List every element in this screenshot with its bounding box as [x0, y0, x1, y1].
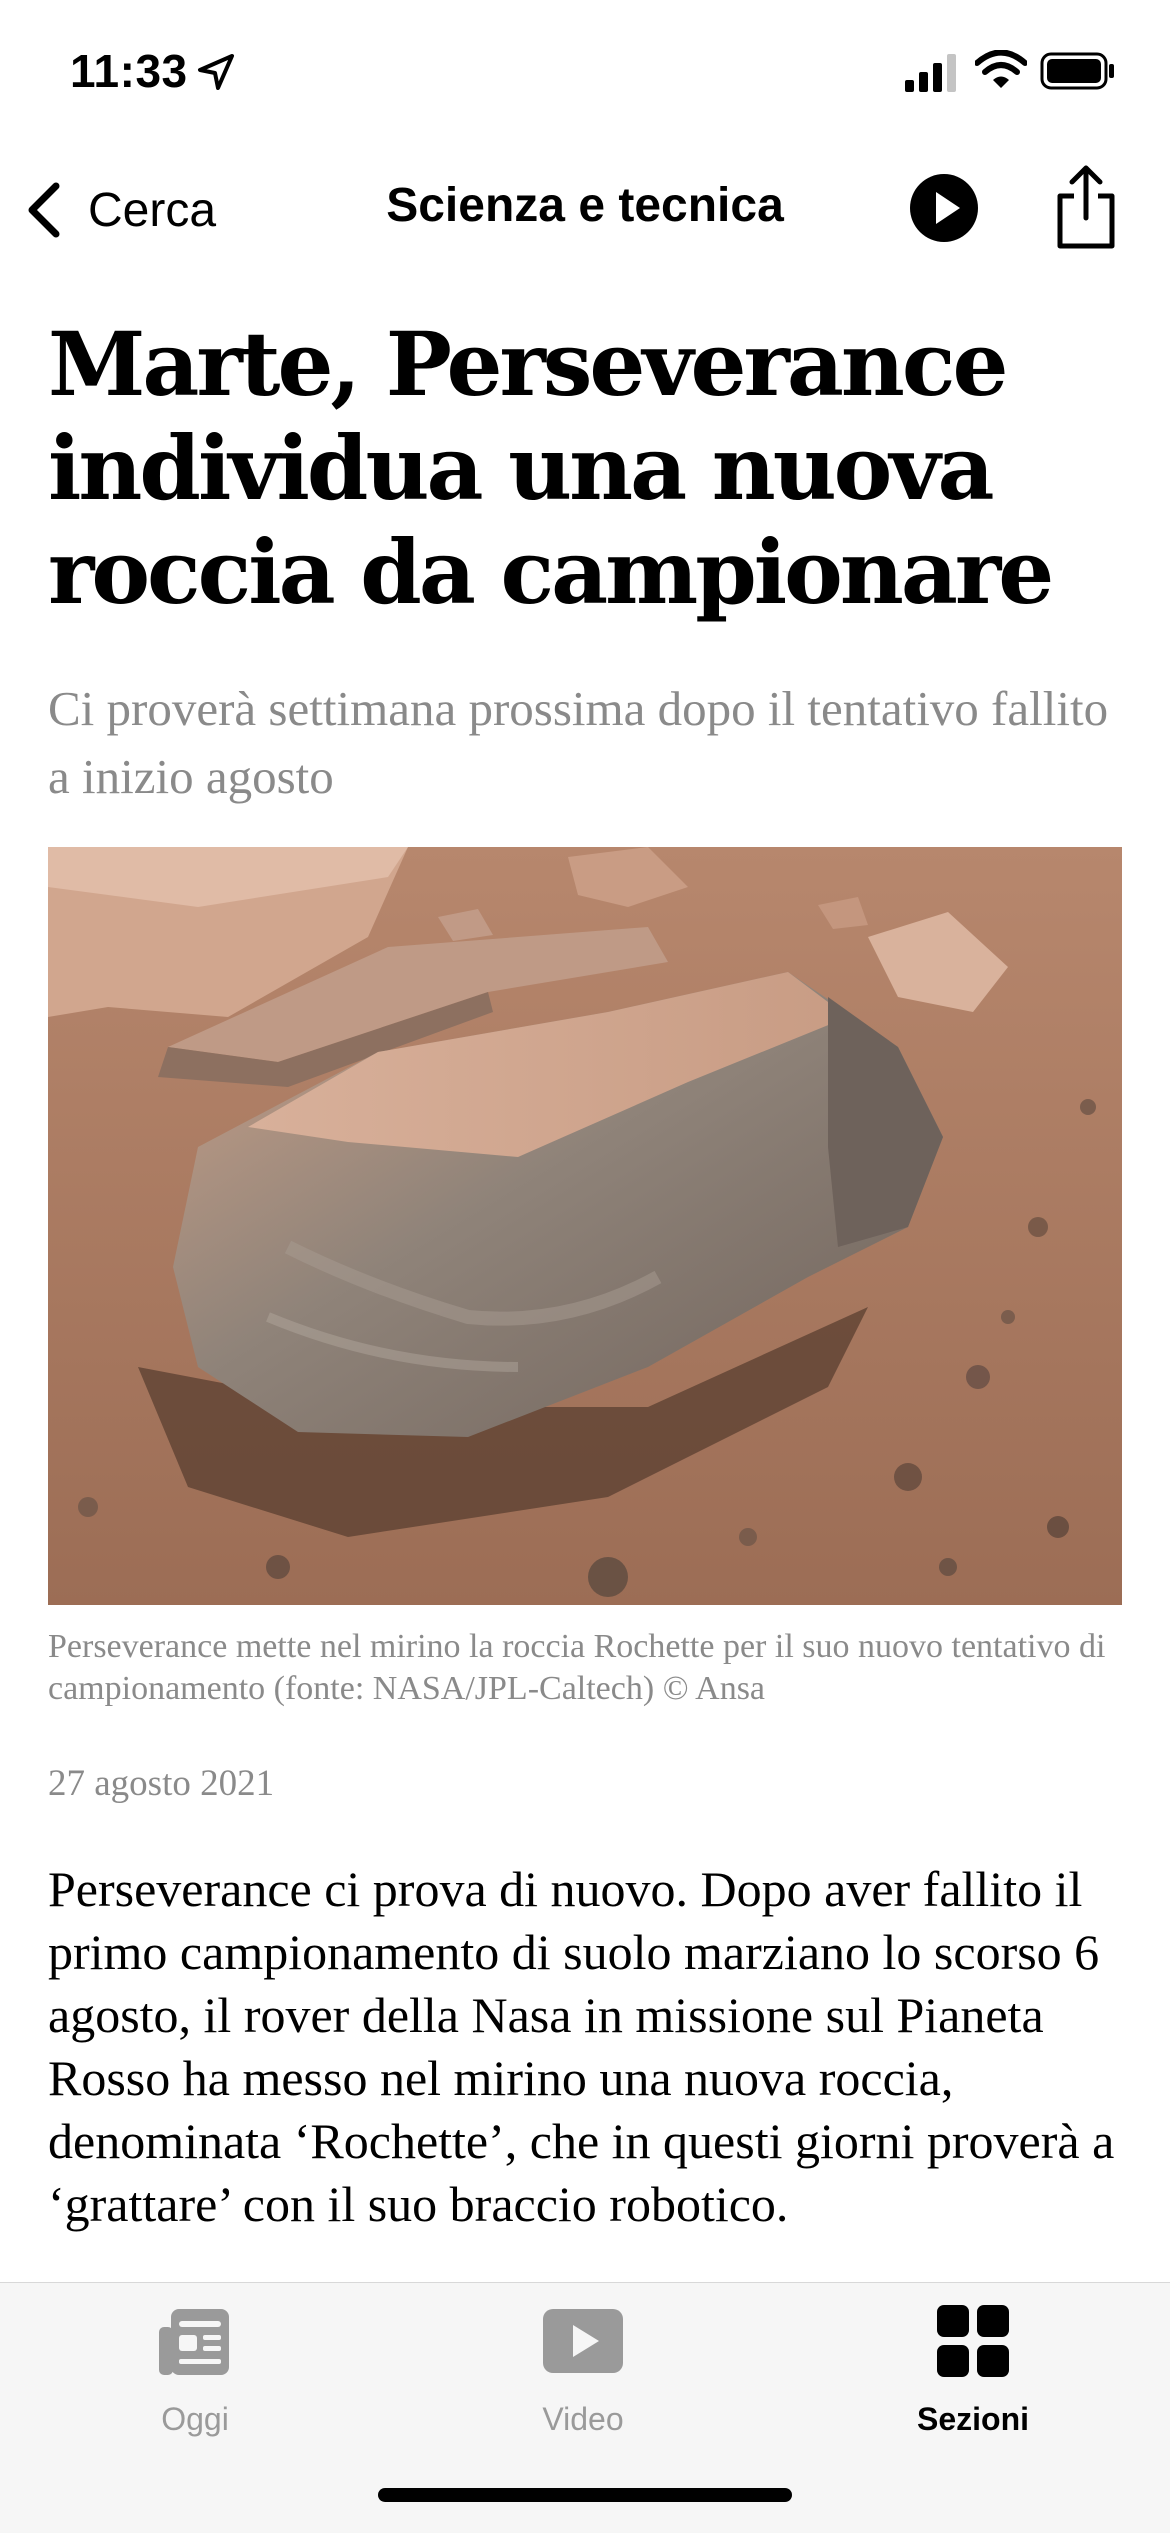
- wifi-icon: [975, 50, 1027, 88]
- home-indicator: [378, 2488, 792, 2502]
- navigation-bar: Cerca Scienza e tecnica: [0, 150, 1170, 270]
- tab-oggi[interactable]: Oggi: [45, 2283, 345, 2453]
- location-arrow-icon: [198, 54, 234, 90]
- article-subheadline: Ci proverà settimana prossima dopo il te…: [48, 681, 1109, 804]
- tab-label-video: Video: [542, 2401, 624, 2437]
- status-time: 11:33: [70, 45, 188, 97]
- share-icon[interactable]: [1052, 162, 1120, 250]
- article-body: Perseverance ci prova di nuovo. Dopo ave…: [48, 1861, 1115, 2232]
- video-play-icon: [543, 2309, 623, 2373]
- newspaper-icon: [159, 2309, 229, 2375]
- section-title: Scienza e tecnica: [386, 179, 784, 232]
- article-headline: Marte, Perseverance individua una nuova …: [48, 312, 1054, 624]
- photo-caption: Perseverance mette nel mirino la roccia …: [48, 1628, 1106, 1707]
- status-bar: 11:33: [0, 0, 1170, 150]
- tab-label-sezioni: Sezioni: [916, 2401, 1029, 2437]
- battery-icon: [1040, 52, 1114, 90]
- tab-video[interactable]: Video: [433, 2283, 733, 2453]
- tab-label-oggi: Oggi: [161, 2401, 229, 2437]
- grid-sections-icon: [937, 2305, 1009, 2377]
- cellular-signal-icon: [905, 54, 956, 92]
- article-photo-rochette-rock[interactable]: [48, 847, 1122, 1605]
- play-audio-button[interactable]: [908, 172, 980, 244]
- publication-date: 27 agosto 2021: [48, 1763, 275, 1804]
- tab-sezioni[interactable]: Sezioni: [823, 2283, 1123, 2453]
